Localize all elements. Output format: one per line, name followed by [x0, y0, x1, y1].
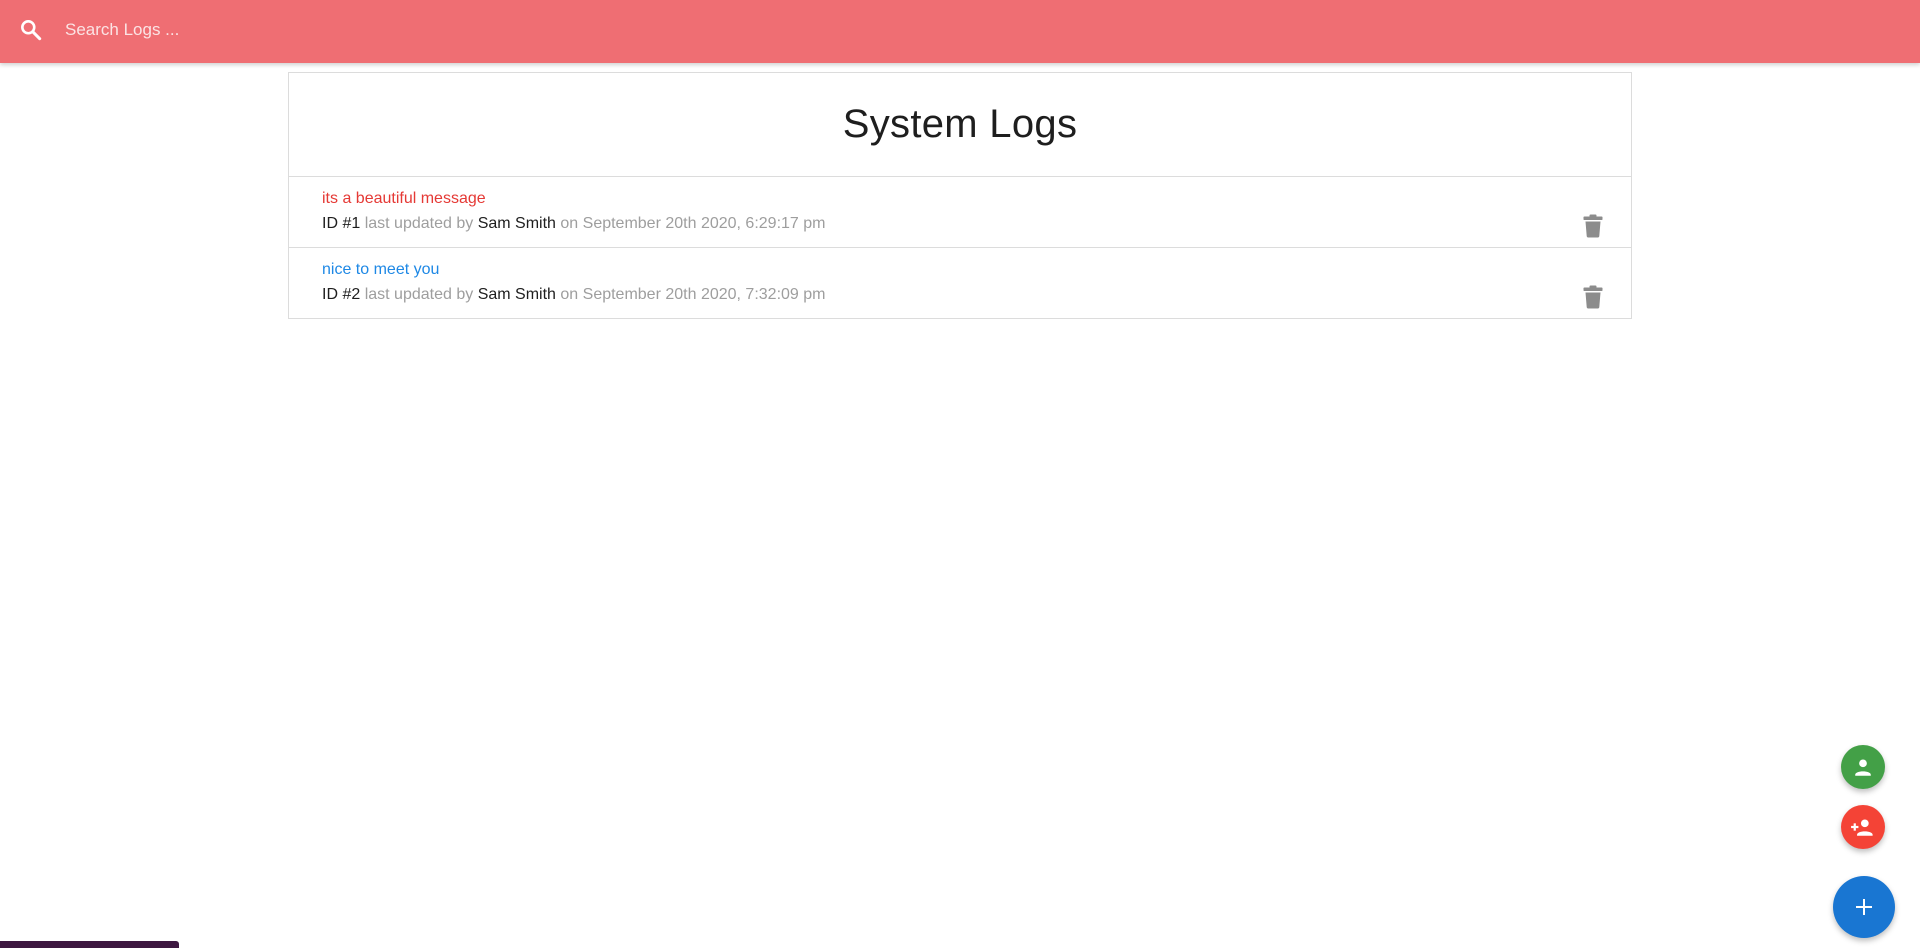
- log-on-label: on: [560, 286, 579, 303]
- log-updated-by-label: last updated by: [364, 286, 474, 303]
- log-id: ID #2: [322, 286, 361, 303]
- users-fab-button[interactable]: [1841, 745, 1885, 789]
- bottom-corner-bar: [0, 941, 179, 948]
- log-date: September 20th 2020, 6:29:17 pm: [582, 215, 826, 232]
- log-id: ID #1: [322, 215, 361, 232]
- person-icon: [1855, 759, 1871, 776]
- person-add-icon: [1851, 819, 1873, 836]
- log-list-item: nice to meet you ID #2 last updated by S…: [289, 248, 1631, 319]
- search-icon[interactable]: [18, 17, 44, 43]
- search-input[interactable]: [65, 12, 865, 48]
- log-message-link[interactable]: nice to meet you: [322, 261, 439, 279]
- log-meta: ID #1 last updated by Sam Smith on Septe…: [322, 215, 825, 233]
- delete-log-button[interactable]: [1583, 214, 1603, 238]
- log-meta: ID #2 last updated by Sam Smith on Septe…: [322, 286, 825, 304]
- log-on-label: on: [560, 215, 579, 232]
- add-user-fab-button[interactable]: [1841, 805, 1885, 849]
- plus-icon: [1856, 899, 1872, 915]
- delete-log-button[interactable]: [1583, 285, 1603, 309]
- trash-icon: [1583, 285, 1603, 309]
- page-title: System Logs: [842, 102, 1078, 146]
- log-message-link[interactable]: its a beautiful message: [322, 190, 486, 208]
- card-header: System Logs: [289, 73, 1631, 177]
- log-user: Sam Smith: [477, 215, 556, 232]
- log-user: Sam Smith: [477, 286, 556, 303]
- logs-card: System Logs its a beautiful message ID #…: [288, 72, 1632, 319]
- top-search-bar: [0, 0, 1920, 63]
- log-date: September 20th 2020, 7:32:09 pm: [582, 286, 826, 303]
- add-log-fab-button[interactable]: [1833, 876, 1895, 938]
- trash-icon: [1583, 214, 1603, 238]
- log-list-item: its a beautiful message ID #1 last updat…: [289, 177, 1631, 248]
- log-updated-by-label: last updated by: [364, 215, 474, 232]
